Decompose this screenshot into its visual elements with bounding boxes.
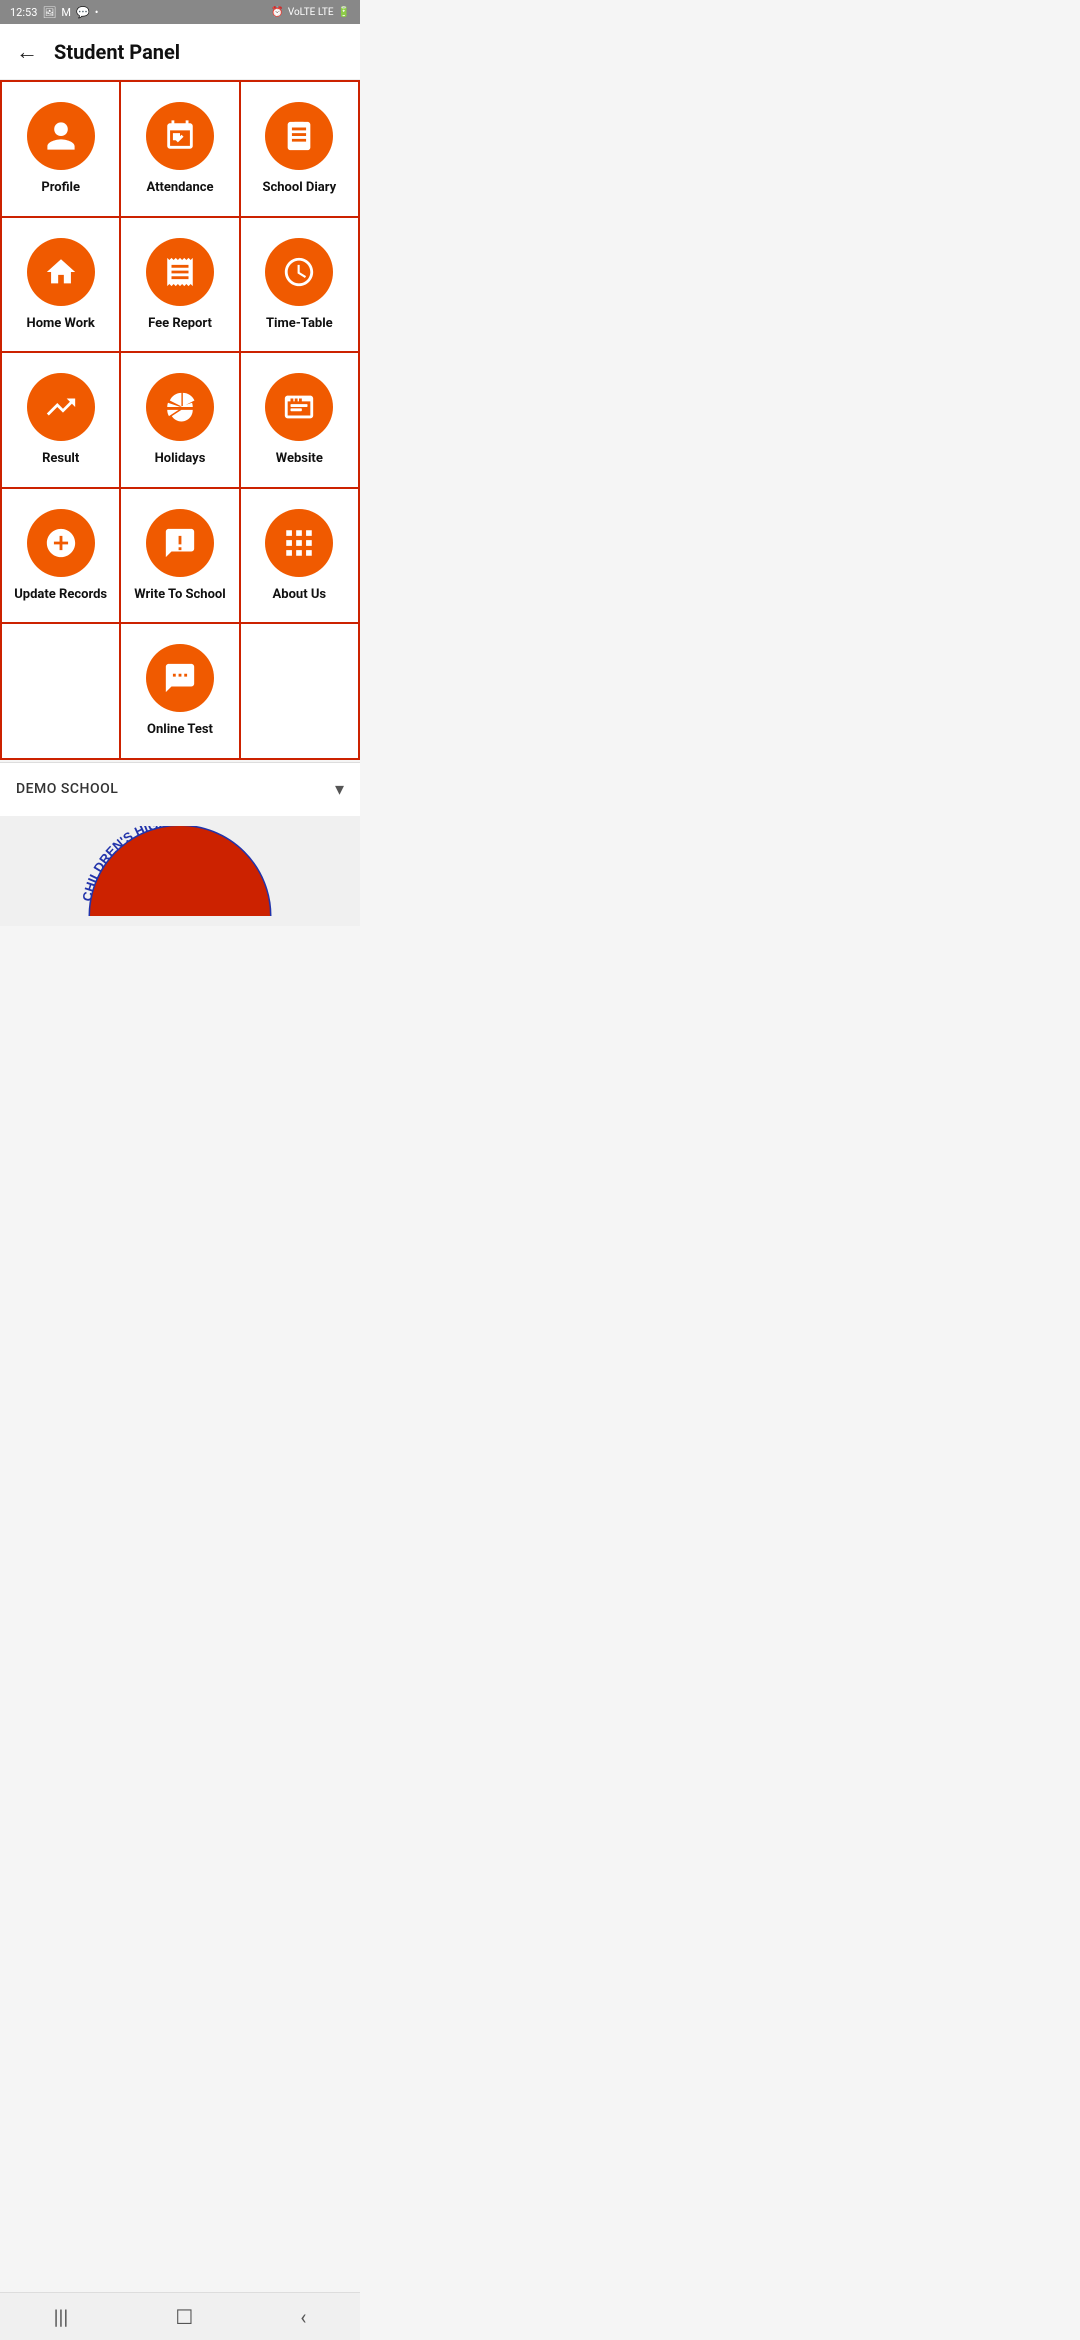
grid-item-write-to-school[interactable]: Write To School (121, 489, 240, 625)
attendance-label: Attendance (146, 180, 213, 196)
grid-item-attendance[interactable]: Attendance (121, 82, 240, 218)
grid-item-empty-left (2, 624, 121, 760)
page-title: Student Panel (54, 40, 180, 64)
header: ← Student Panel (0, 24, 360, 80)
website-icon-circle (265, 373, 333, 441)
grid-item-time-table[interactable]: Time-Table (241, 218, 360, 354)
school-diary-icon-circle (265, 102, 333, 170)
grid-item-home-work[interactable]: Home Work (2, 218, 121, 354)
update-records-label: Update Records (14, 587, 107, 603)
fee-report-icon-circle (146, 238, 214, 306)
time-table-label: Time-Table (266, 316, 333, 332)
battery-icon: 🔋 (338, 7, 350, 18)
status-right: ⏰ VoLTE LTE 🔋 (271, 7, 350, 18)
plus-circle-icon (44, 526, 78, 560)
about-us-icon-circle (265, 509, 333, 577)
school-logo: CHILDREN'S HIGH (80, 826, 280, 926)
browser-icon (282, 390, 316, 424)
holidays-icon-circle (146, 373, 214, 441)
message-exclaim-icon (163, 526, 197, 560)
status-bar: 12:53 🖼 M 💬 • ⏰ VoLTE LTE 🔋 (0, 0, 360, 24)
nav-recent-button[interactable]: ||| (34, 2297, 89, 2337)
update-records-icon-circle (27, 509, 95, 577)
umbrella-beach-icon (163, 390, 197, 424)
grid-item-about-us[interactable]: About Us (241, 489, 360, 625)
grid-item-fee-report[interactable]: Fee Report (121, 218, 240, 354)
school-dropdown[interactable]: DEMO SCHOOL ▾ (0, 762, 360, 816)
profile-icon-circle (27, 102, 95, 170)
back-button[interactable]: ← (16, 39, 38, 65)
grid-item-online-test[interactable]: Online Test (121, 624, 240, 760)
fee-report-label: Fee Report (148, 316, 212, 332)
receipt-icon (163, 255, 197, 289)
holidays-label: Holidays (155, 451, 206, 467)
online-test-label: Online Test (147, 722, 213, 738)
message-icon: 💬 (76, 6, 90, 19)
trending-up-icon (44, 390, 78, 424)
alarm-icon: ⏰ (271, 7, 283, 18)
logo-area: CHILDREN'S HIGH (0, 816, 360, 926)
about-us-label: About Us (273, 587, 327, 603)
home-work-icon-circle (27, 238, 95, 306)
school-name: DEMO SCHOOL (16, 781, 118, 797)
time-table-icon-circle (265, 238, 333, 306)
nav-back-button[interactable]: ‹ (280, 2297, 326, 2337)
photo-icon: 🖼 (42, 6, 56, 19)
profile-label: Profile (41, 180, 80, 196)
write-to-school-label: Write To School (134, 587, 225, 603)
home-icon (44, 255, 78, 289)
grid-item-result[interactable]: Result (2, 353, 121, 489)
dropdown-arrow-icon: ▾ (335, 779, 344, 800)
website-label: Website (276, 451, 323, 467)
grid-dots-icon (282, 526, 316, 560)
write-to-school-icon-circle (146, 509, 214, 577)
nav-bar: ||| ☐ ‹ (0, 2292, 360, 2340)
online-test-icon-circle (146, 644, 214, 712)
time-display: 12:53 (10, 6, 37, 19)
clock-icon (282, 255, 316, 289)
signal-text: VoLTE LTE (288, 7, 334, 18)
school-diary-label: School Diary (262, 180, 336, 196)
result-icon-circle (27, 373, 95, 441)
menu-grid: Profile Attendance School Diary Home Wor… (0, 80, 360, 760)
nav-home-button[interactable]: ☐ (155, 2297, 213, 2337)
grid-item-profile[interactable]: Profile (2, 82, 121, 218)
status-left: 12:53 🖼 M 💬 • (10, 6, 98, 19)
grid-item-update-records[interactable]: Update Records (2, 489, 121, 625)
home-work-label: Home Work (27, 316, 95, 332)
grid-item-website[interactable]: Website (241, 353, 360, 489)
grid-item-holidays[interactable]: Holidays (121, 353, 240, 489)
grid-item-empty-right (241, 624, 360, 760)
person-icon (44, 119, 78, 153)
chat-bubble-icon (163, 661, 197, 695)
dot-icon: • (95, 6, 99, 19)
attendance-icon-circle (146, 102, 214, 170)
grid-item-school-diary[interactable]: School Diary (241, 82, 360, 218)
book-icon (282, 119, 316, 153)
calendar-check-icon (163, 119, 197, 153)
mail-icon: M (61, 6, 71, 19)
result-label: Result (42, 451, 79, 467)
